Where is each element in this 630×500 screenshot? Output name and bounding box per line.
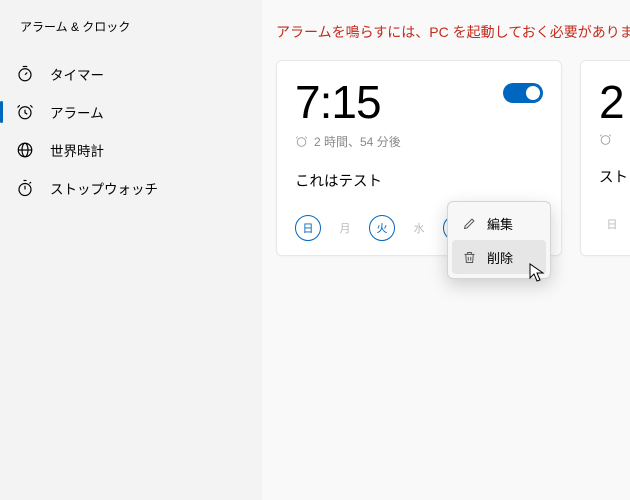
context-menu: 編集 削除	[447, 201, 551, 279]
app-title: アラーム & クロック	[0, 18, 262, 55]
warning-banner: アラームを鳴らすには、PC を起動しておく必要があります。 詳細	[262, 0, 630, 60]
alarm-card[interactable]: 2 スト 日	[580, 60, 630, 256]
alarm-title: スト	[599, 166, 630, 187]
day-wed[interactable]: 水	[406, 215, 432, 241]
menu-edit-label: 編集	[487, 214, 513, 233]
day-mon[interactable]: 月	[332, 215, 358, 241]
alarm-title: これはテスト	[295, 170, 543, 191]
pencil-icon	[462, 216, 477, 231]
sidebar: アラーム & クロック タイマー アラーム 世界時計 ストップウォッチ	[0, 0, 262, 500]
clock-icon	[599, 133, 612, 146]
menu-delete[interactable]: 削除	[452, 240, 546, 274]
alarm-toggle[interactable]	[503, 83, 543, 103]
next-time-text: 2 時間、54 分後	[314, 133, 401, 150]
main-content: アラームを鳴らすには、PC を起動しておく必要があります。 詳細 7:15 2 …	[262, 0, 630, 500]
sidebar-item-label: タイマー	[50, 64, 104, 84]
alarm-cards: 7:15 2 時間、54 分後 これはテスト 日 月 火 水 木 金 土	[262, 60, 630, 256]
clock-icon	[295, 135, 308, 148]
world-clock-icon	[16, 141, 34, 159]
alarm-time: 2	[599, 79, 624, 125]
stopwatch-icon	[16, 179, 34, 197]
day-sun[interactable]: 日	[295, 215, 321, 241]
timer-icon	[16, 65, 34, 83]
sidebar-item-alarm[interactable]: アラーム	[0, 93, 262, 131]
day-sun[interactable]: 日	[599, 211, 625, 237]
alarm-days: 日	[599, 211, 630, 237]
sidebar-item-label: アラーム	[50, 102, 104, 122]
sidebar-item-timer[interactable]: タイマー	[0, 55, 262, 93]
banner-text: アラームを鳴らすには、PC を起動しておく必要があります。	[276, 24, 630, 40]
alarm-next-time	[599, 133, 630, 146]
sidebar-item-world-clock[interactable]: 世界時計	[0, 131, 262, 169]
alarm-icon	[16, 103, 34, 121]
sidebar-item-label: ストップウォッチ	[50, 178, 158, 198]
alarm-card[interactable]: 7:15 2 時間、54 分後 これはテスト 日 月 火 水 木 金 土	[276, 60, 562, 256]
alarm-next-time: 2 時間、54 分後	[295, 133, 543, 150]
sidebar-item-label: 世界時計	[50, 140, 104, 160]
sidebar-item-stopwatch[interactable]: ストップウォッチ	[0, 169, 262, 207]
menu-edit[interactable]: 編集	[452, 206, 546, 240]
trash-icon	[462, 250, 477, 265]
alarm-time: 7:15	[295, 79, 381, 125]
day-tue[interactable]: 火	[369, 215, 395, 241]
menu-delete-label: 削除	[487, 248, 513, 267]
